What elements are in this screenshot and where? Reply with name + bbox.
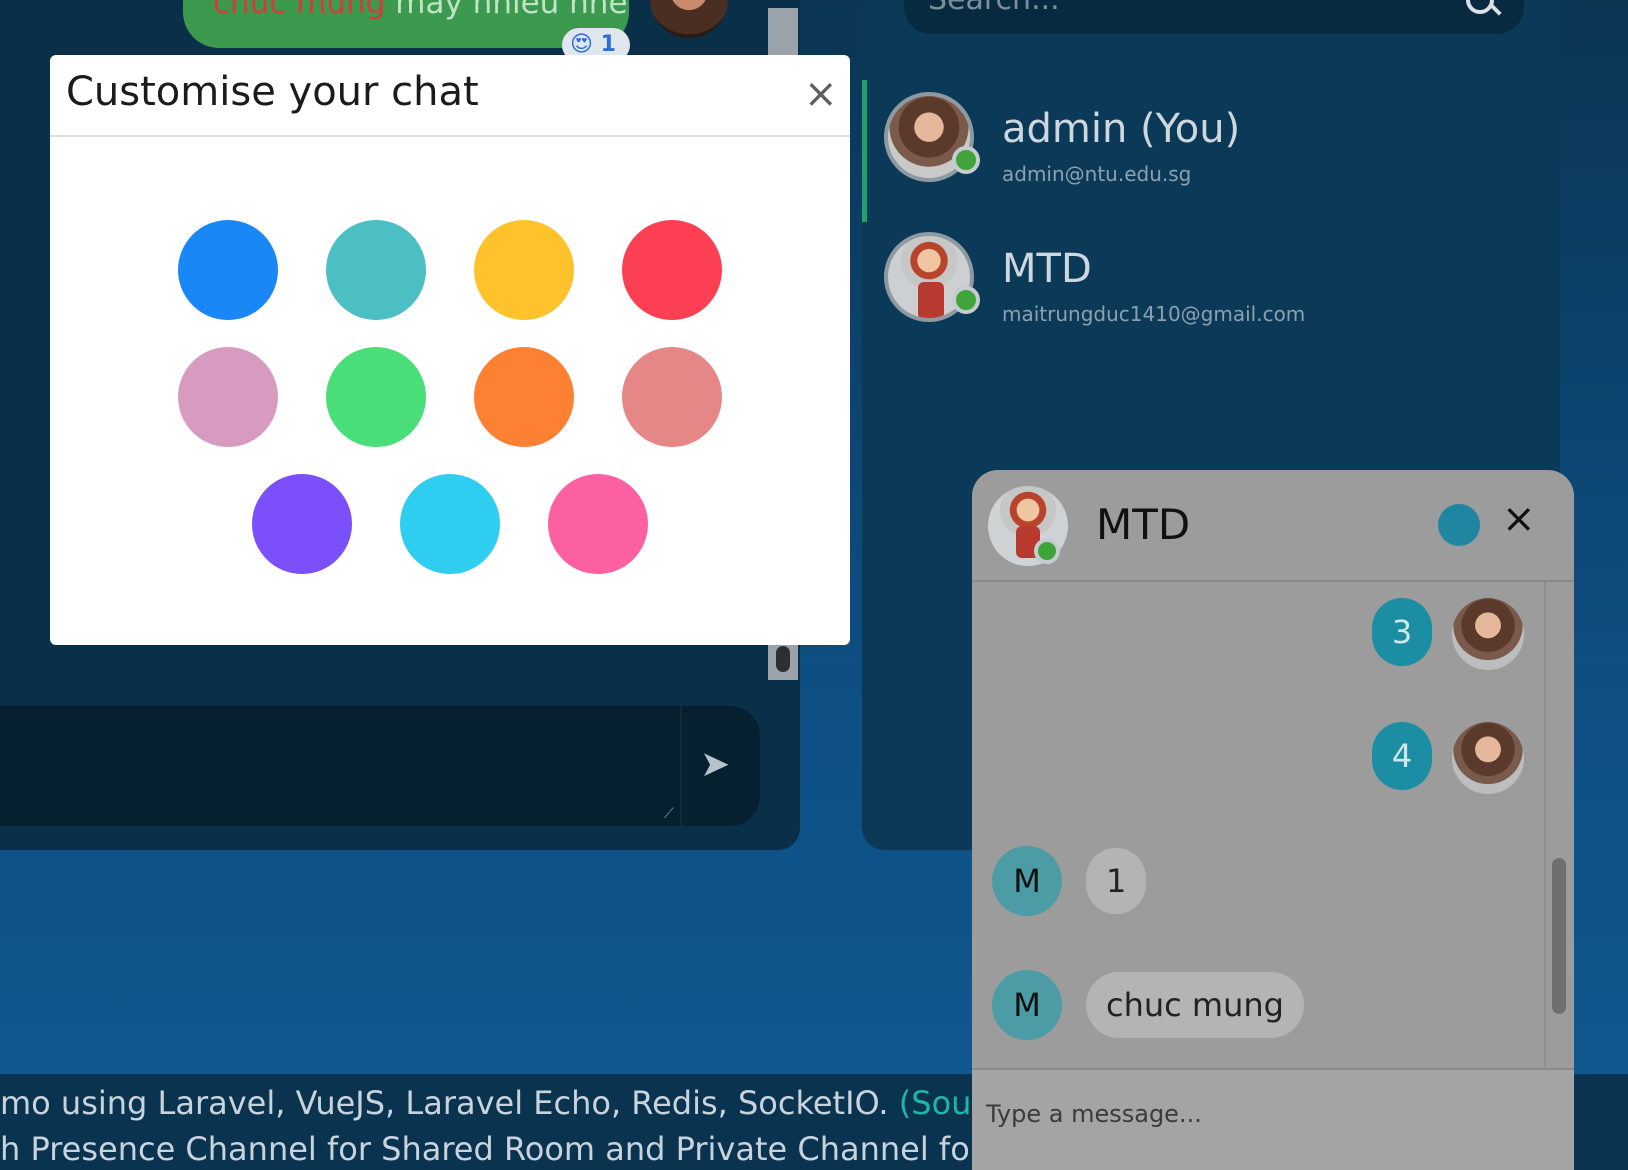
heart-eyes-emoji-icon: 😍 xyxy=(570,32,593,57)
message-bubble: 1 xyxy=(1086,848,1147,914)
color-swatch[interactable] xyxy=(622,220,722,320)
avatar xyxy=(1452,598,1524,670)
chat-popup-header[interactable]: MTD × xyxy=(972,470,1574,582)
chat-title: MTD xyxy=(1096,500,1191,549)
user-list-item-admin[interactable]: admin (You) admin@ntu.edu.sg xyxy=(862,80,1560,222)
close-icon[interactable]: × xyxy=(1502,496,1536,542)
color-swatch[interactable] xyxy=(400,474,500,574)
avatar xyxy=(1452,722,1524,794)
resize-handle-icon[interactable]: ⟋ xyxy=(664,806,674,822)
color-swatch[interactable] xyxy=(178,347,278,447)
search-placeholder: Search... xyxy=(928,0,1060,17)
user-list-item-mtd[interactable]: MTD maitrungduc1410@gmail.com xyxy=(862,220,1560,360)
message-bubble: 3 xyxy=(1372,598,1432,666)
theme-color-button[interactable] xyxy=(1438,504,1480,546)
color-swatch[interactable] xyxy=(622,347,722,447)
reaction-count: 1 xyxy=(600,32,616,57)
message-highlight: chuc mung xyxy=(213,0,386,21)
color-swatch[interactable] xyxy=(474,347,574,447)
user-email: admin@ntu.edu.sg xyxy=(1002,162,1192,186)
message-bubble: chuc mung xyxy=(1086,972,1304,1038)
footer-line-2: h Presence Channel for Shared Room and P… xyxy=(0,1130,1107,1168)
color-swatch[interactable] xyxy=(474,220,574,320)
color-swatch[interactable] xyxy=(326,347,426,447)
user-name: MTD xyxy=(1002,246,1092,292)
scrollbar-thumb[interactable] xyxy=(776,646,790,672)
message-bubble: 4 xyxy=(1372,722,1432,790)
avatar-initial: M xyxy=(992,970,1062,1040)
modal-title: Customise your chat xyxy=(66,69,479,115)
color-swatch[interactable] xyxy=(326,220,426,320)
user-name: admin (You) xyxy=(1002,106,1241,152)
online-status-dot xyxy=(1034,538,1060,564)
close-icon[interactable]: × xyxy=(804,71,838,117)
divider xyxy=(680,706,682,826)
customise-chat-modal: Customise your chat × xyxy=(50,55,850,645)
online-status-dot xyxy=(952,146,980,174)
scrollbar-thumb[interactable] xyxy=(1552,858,1566,1014)
search-input[interactable]: Search... xyxy=(904,0,1524,34)
message-text: may nhieu nhe xyxy=(385,0,628,21)
color-swatch[interactable] xyxy=(178,220,278,320)
send-arrow-icon[interactable]: ➤ xyxy=(700,744,730,785)
online-status-dot xyxy=(952,286,980,314)
message-composer[interactable]: ➤ ⟋ xyxy=(0,706,760,826)
avatar-initial: M xyxy=(992,846,1062,916)
color-swatch[interactable] xyxy=(548,474,648,574)
modal-header: Customise your chat × xyxy=(50,55,850,137)
chat-input-area xyxy=(972,1068,1574,1170)
chat-popup: MTD × 3 4 M 1 M chuc mung xyxy=(972,470,1574,1170)
user-email: maitrungduc1410@gmail.com xyxy=(1002,302,1306,326)
footer-line-1: mo using Laravel, VueJS, Laravel Echo, R… xyxy=(0,1084,1109,1122)
footer-text: mo using Laravel, VueJS, Laravel Echo, R… xyxy=(0,1084,899,1122)
message-input[interactable] xyxy=(986,1094,1526,1134)
color-swatch[interactable] xyxy=(252,474,352,574)
